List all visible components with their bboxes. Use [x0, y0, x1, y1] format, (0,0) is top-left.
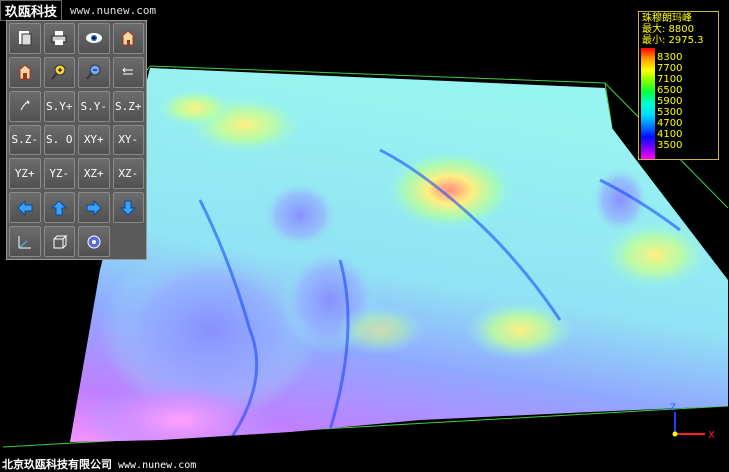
axis-x-label: X: [708, 430, 715, 441]
box-button[interactable]: [43, 226, 75, 257]
footer: 北京玖瓯科技有限公司 www.nunew.com: [2, 456, 196, 472]
settings-button[interactable]: [78, 226, 110, 257]
legend-title: 珠穆朗玛峰: [642, 13, 692, 24]
yz-plus-button[interactable]: YZ+: [9, 158, 41, 190]
view-button[interactable]: [78, 23, 110, 54]
legend-tick: 4700: [657, 118, 683, 129]
arrow-down-icon: [120, 200, 137, 216]
legend-tick: 8300: [657, 52, 683, 63]
view-toolbar: S.Y+ S.Y- S.Z+ S.Z- S. O XY+ XY- YZ+ YZ-…: [6, 20, 147, 260]
brand-url: www.nunew.com: [70, 3, 157, 17]
s-z-minus-button[interactable]: S.Z-: [9, 124, 41, 156]
xz-minus-button[interactable]: XZ-: [112, 158, 144, 190]
legend-ticks: 8300 7700 7100 6500 5900 5300 4700 4100 …: [657, 52, 682, 151]
legend-tick: 5900: [657, 96, 683, 107]
pan-down-button[interactable]: [112, 192, 144, 224]
home-button[interactable]: [9, 56, 41, 88]
xy-minus-button[interactable]: XY-: [112, 124, 144, 156]
preview-icon: [18, 31, 32, 46]
printer-icon: [51, 31, 67, 46]
terrain-surface: [70, 68, 728, 442]
rotate-icon: [122, 67, 134, 75]
legend-tick: 7700: [657, 63, 683, 74]
rotate-button[interactable]: [112, 56, 144, 88]
axes-icon: [18, 235, 31, 249]
home-icon: [16, 64, 34, 80]
legend-tick: 7100: [657, 74, 683, 85]
cube-icon: [53, 234, 68, 249]
color-legend: 珠穆朗玛峰 最大: 8800 最小: 2975.3 8300 7700 7100…: [638, 11, 719, 160]
preview-button[interactable]: [9, 23, 41, 54]
footer-url: www.nunew.com: [118, 460, 197, 471]
legend-color-bar: [641, 48, 655, 159]
brand-name: 玖瓯科技: [0, 0, 63, 21]
s-y-minus-button[interactable]: S.Y-: [78, 90, 110, 122]
s-z-plus-button[interactable]: S.Z+: [112, 90, 144, 122]
zoom-out-button[interactable]: [78, 56, 110, 88]
legend-max: 最大: 8800: [642, 24, 694, 35]
tilt-button[interactable]: [9, 90, 41, 122]
arrow-right-icon: [86, 199, 102, 216]
legend-tick: 5300: [657, 107, 683, 118]
axis-z-label: Z: [670, 403, 676, 413]
pan-up-button[interactable]: [43, 192, 75, 224]
yz-minus-button[interactable]: YZ-: [43, 158, 75, 190]
legend-tick: 3500: [657, 140, 683, 151]
pan-left-button[interactable]: [9, 192, 41, 224]
zoom-out-icon: [85, 64, 101, 80]
eye-icon: [85, 33, 102, 44]
print-button[interactable]: [43, 23, 75, 54]
legend-min: 最小: 2975.3: [642, 35, 704, 46]
xy-plus-button[interactable]: XY+: [78, 124, 110, 156]
pan-right-button[interactable]: [78, 192, 110, 224]
legend-tick: 4100: [657, 129, 683, 140]
s-y-plus-button[interactable]: S.Y+: [43, 90, 75, 122]
xz-plus-button[interactable]: XZ+: [78, 158, 110, 190]
home-export-button[interactable]: [112, 23, 144, 54]
footer-company: 北京玖瓯科技有限公司: [2, 458, 112, 471]
zoom-in-button[interactable]: [43, 56, 75, 88]
tilt-icon: [20, 100, 30, 111]
arrow-up-icon: [51, 199, 68, 216]
gear-icon: [87, 235, 101, 249]
arrow-left-icon: [17, 199, 33, 216]
legend-tick: 6500: [657, 85, 683, 96]
home-icon: [119, 30, 137, 46]
brand-header: 玖瓯科技 www.nunew.com: [0, 0, 157, 21]
zoom-in-icon: [51, 64, 66, 80]
axes-button[interactable]: [9, 226, 41, 257]
empty-slot: [113, 226, 145, 257]
s-o-button[interactable]: S. O: [43, 124, 75, 156]
